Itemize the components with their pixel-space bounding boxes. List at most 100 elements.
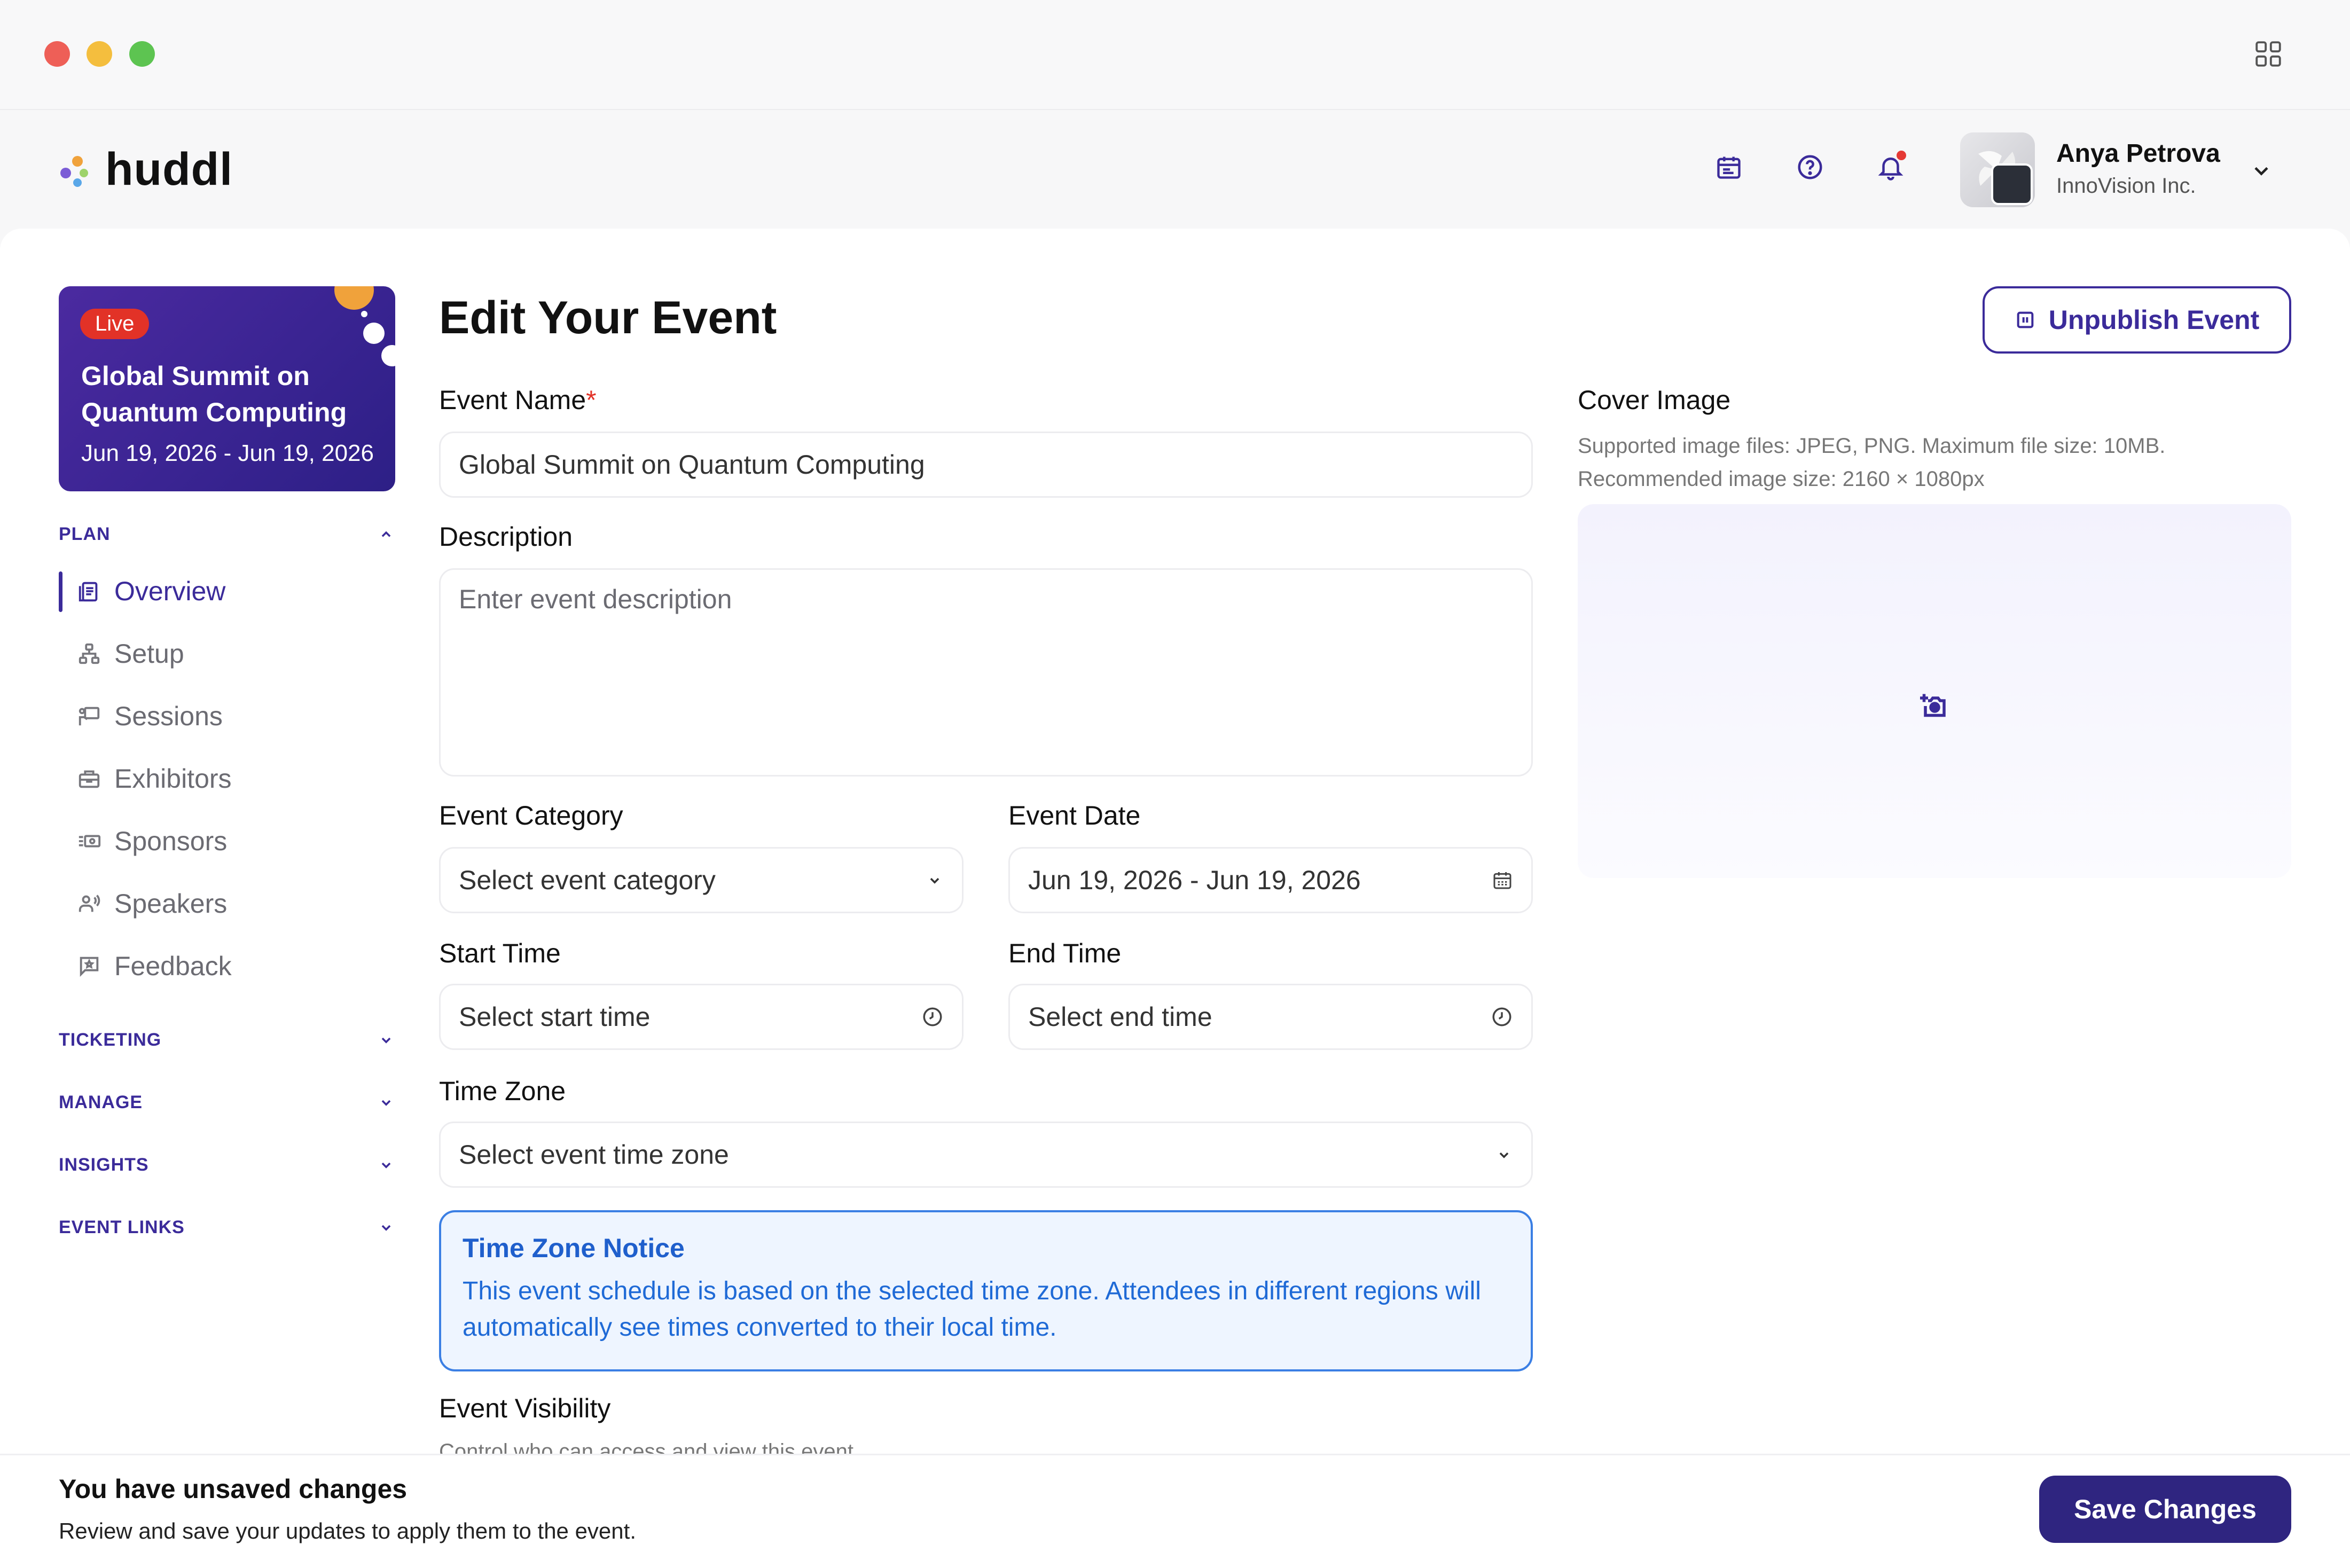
brand-name: huddl xyxy=(105,144,233,195)
sidebar-item-overview[interactable]: Overview xyxy=(59,567,395,615)
sidebar-section-plan[interactable]: PLAN xyxy=(59,518,395,550)
sidebar-section-label: INSIGHTS xyxy=(59,1154,149,1175)
presentation-icon xyxy=(79,707,100,726)
event-name-value: Global Summit on Quantum Computing xyxy=(459,450,925,480)
user-organization: InnoVision Inc. xyxy=(2056,174,2196,198)
event-name-label-text: Event Name xyxy=(439,385,586,415)
event-name-input[interactable]: Global Summit on Quantum Computing xyxy=(439,432,1533,498)
feedback-icon xyxy=(80,957,99,977)
notification-badge xyxy=(1897,151,1906,160)
sidebar-section-label: TICKETING xyxy=(59,1029,162,1050)
sidebar-item-exhibitors[interactable]: Exhibitors xyxy=(59,755,395,803)
sidebar-item-feedback[interactable]: Feedback xyxy=(59,942,395,990)
decor-circle xyxy=(381,345,395,366)
sidebar-item-sponsors[interactable]: Sponsors xyxy=(59,817,395,865)
notifications-button[interactable] xyxy=(1871,147,1910,187)
sidebar-item-sessions[interactable]: Sessions xyxy=(59,692,395,740)
close-window-button[interactable] xyxy=(44,41,70,67)
event-date-label: Event Date xyxy=(1008,801,1141,830)
clock-icon xyxy=(923,1007,942,1026)
time-zone-label: Time Zone xyxy=(439,1076,566,1106)
chevron-down-icon xyxy=(381,1100,391,1106)
notice-body: This event schedule is based on the sele… xyxy=(463,1277,1481,1342)
live-status-badge: Live xyxy=(80,309,150,339)
huddl-logo-icon xyxy=(60,155,88,187)
event-visibility-label: Event Visibility xyxy=(439,1393,611,1423)
help-button[interactable] xyxy=(1790,147,1830,187)
chevron-down-icon[interactable] xyxy=(2250,159,2273,183)
calendar-button[interactable] xyxy=(1709,147,1749,187)
unsaved-description: Review and save your updates to apply th… xyxy=(59,1518,636,1543)
money-icon xyxy=(79,835,101,848)
category-placeholder: Select event category xyxy=(459,865,716,895)
pause-icon xyxy=(2017,311,2034,328)
chevron-up-icon xyxy=(381,531,391,537)
end-time-label: End Time xyxy=(1008,938,1122,968)
booth-icon xyxy=(79,770,100,788)
event-name-label: Event Name* xyxy=(439,385,597,415)
minimize-window-button[interactable] xyxy=(87,41,112,67)
page-title: Edit Your Event xyxy=(439,292,777,343)
sidebar-section-ticketing[interactable]: TICKETING xyxy=(59,1024,395,1056)
required-mark: * xyxy=(586,385,597,415)
event-category-select[interactable]: Select event category xyxy=(439,847,964,913)
unsaved-changes-bar: You have unsaved changes Review and save… xyxy=(0,1454,2350,1568)
notice-title: Time Zone Notice xyxy=(463,1233,685,1263)
description-textarea[interactable]: Enter event description xyxy=(439,568,1533,777)
start-time-input[interactable]: Select start time xyxy=(439,984,964,1050)
chevron-down-icon xyxy=(381,1037,391,1044)
time-zone-placeholder: Select event time zone xyxy=(459,1140,729,1170)
save-changes-button[interactable]: Save Changes xyxy=(2039,1476,2291,1543)
sitemap-icon xyxy=(79,643,100,664)
event-date-picker[interactable]: Jun 19, 2026 - Jun 19, 2026 xyxy=(1008,847,1533,913)
chevron-down-icon xyxy=(381,1225,391,1231)
sidebar-item-label: Setup xyxy=(114,639,184,669)
add-photo-icon xyxy=(1920,694,1946,717)
cover-image-upload[interactable] xyxy=(1578,504,2291,878)
help-icon xyxy=(1798,155,1822,179)
chevron-down-icon xyxy=(930,877,939,884)
sidebar-section-label: PLAN xyxy=(59,523,111,544)
unpublish-event-button[interactable]: Unpublish Event xyxy=(1983,286,2291,354)
decor-circle xyxy=(361,311,367,317)
clock-icon xyxy=(1492,1007,1511,1026)
window-titlebar xyxy=(0,0,2350,110)
main-panel: Live Global Summit on Quantum Computing … xyxy=(0,229,2350,1568)
sidebar-item-setup[interactable]: Setup xyxy=(59,630,395,678)
event-category-label: Event Category xyxy=(439,801,623,830)
brand-logo[interactable]: huddl xyxy=(56,143,233,196)
clipboard-icon xyxy=(79,582,98,602)
sidebar-item-label: Sessions xyxy=(114,701,223,731)
sidebar-item-label: Feedback xyxy=(114,951,232,981)
time-zone-notice: Time Zone Notice This event schedule is … xyxy=(439,1210,1533,1371)
sidebar-section-event-links[interactable]: EVENT LINKS xyxy=(59,1211,395,1243)
description-placeholder: Enter event description xyxy=(459,584,732,614)
cover-help-line: Recommended image size: 2160 × 1080px xyxy=(1578,467,1985,491)
start-time-placeholder: Select start time xyxy=(459,1002,651,1032)
unpublish-label: Unpublish Event xyxy=(2048,305,2260,335)
active-indicator xyxy=(59,571,62,612)
end-time-placeholder: Select end time xyxy=(1028,1002,1212,1032)
start-time-label: Start Time xyxy=(439,938,561,968)
sidebar-item-label: Speakers xyxy=(114,889,228,919)
user-name: Anya Petrova xyxy=(2056,139,2220,168)
sidebar-item-label: Sponsors xyxy=(114,826,228,856)
time-zone-select[interactable]: Select event time zone xyxy=(439,1122,1533,1188)
user-avatar[interactable] xyxy=(1960,132,2035,207)
decor-circle xyxy=(334,286,374,310)
sidebar-item-speakers[interactable]: Speakers xyxy=(59,880,395,928)
sidebar-item-label: Overview xyxy=(114,576,226,606)
user-photo xyxy=(1991,163,2033,205)
end-time-input[interactable]: Select end time xyxy=(1008,984,1533,1050)
sidebar-section-insights[interactable]: INSIGHTS xyxy=(59,1149,395,1181)
app-header: huddl Anya Petrova InnoVision Inc. xyxy=(0,111,2350,229)
event-card-date: Jun 19, 2026 - Jun 19, 2026 xyxy=(81,440,374,466)
sidebar-section-label: MANAGE xyxy=(59,1092,143,1112)
event-summary-card[interactable]: Live Global Summit on Quantum Computing … xyxy=(59,286,395,491)
sidebar-section-manage[interactable]: MANAGE xyxy=(59,1086,395,1118)
speaker-icon xyxy=(79,895,100,912)
apps-grid-icon[interactable] xyxy=(2253,38,2284,69)
cover-image-help: Supported image files: JPEG, PNG. Maximu… xyxy=(1578,429,2165,496)
event-card-title: Global Summit on Quantum Computing xyxy=(81,361,347,427)
maximize-window-button[interactable] xyxy=(129,41,155,67)
